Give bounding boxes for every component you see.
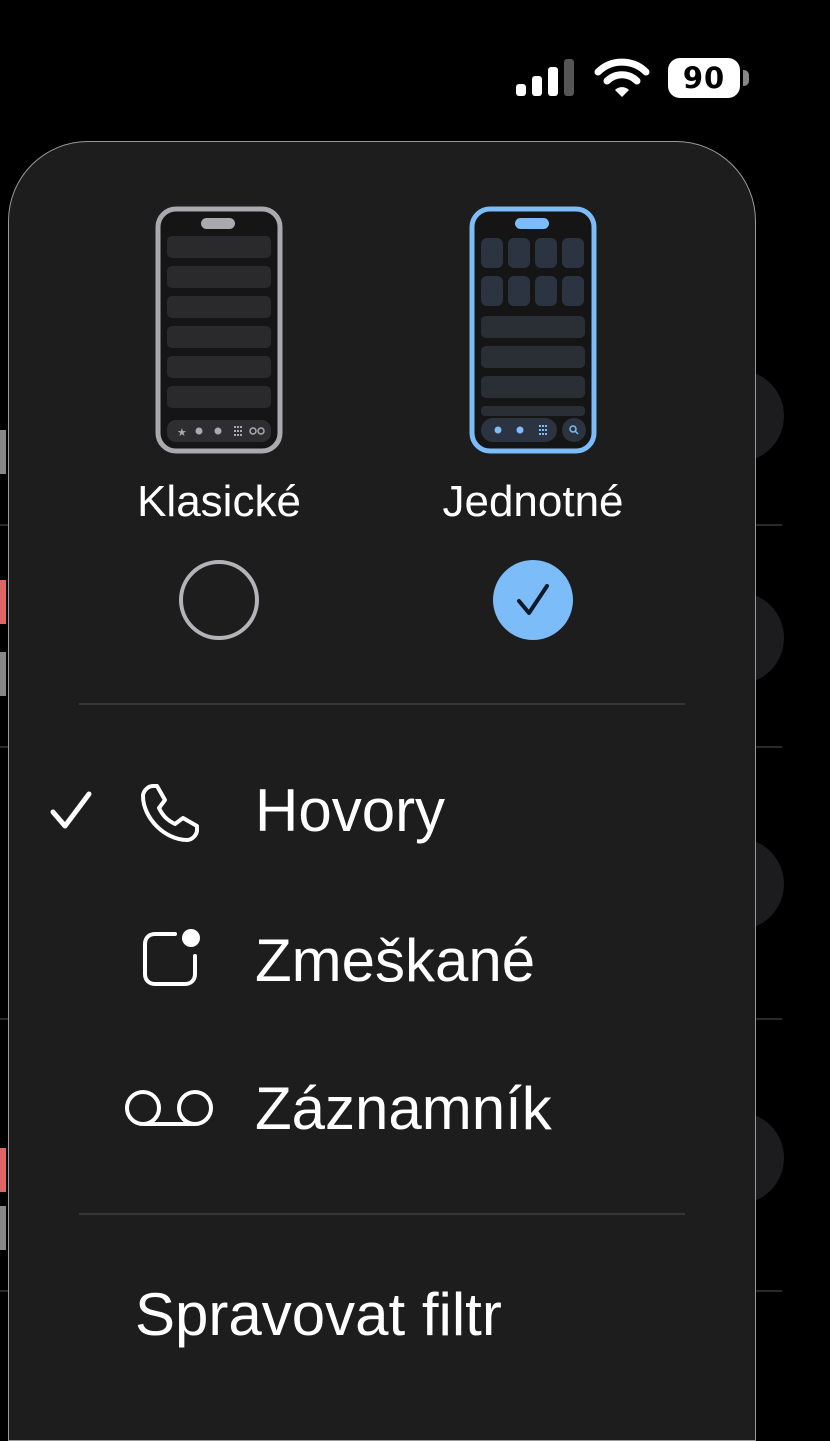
battery-cap — [743, 70, 749, 86]
status-bar: 90 — [0, 0, 830, 140]
row-edge — [0, 652, 6, 696]
row-edge — [0, 1148, 6, 1192]
menu-item-voicemail[interactable]: Záznamník — [9, 1054, 757, 1164]
cellular-signal-icon — [516, 59, 574, 96]
menu-item-label: Záznamník — [255, 1075, 552, 1142]
manage-filter-button[interactable]: Spravovat filtr — [135, 1280, 502, 1349]
unified-layout-phone-icon — [469, 206, 597, 454]
missed-call-icon — [143, 929, 200, 986]
svg-text:★: ★ — [177, 426, 187, 439]
phone-icon — [141, 784, 199, 842]
layout-label-unified: Jednotné — [442, 477, 624, 526]
menu-item-label: Hovory — [255, 777, 446, 844]
menu-item-calls[interactable]: Hovory — [9, 756, 757, 866]
battery-level: 90 — [682, 61, 726, 95]
row-edge — [0, 1206, 6, 1250]
menu-item-label: Zmeškané — [255, 927, 536, 994]
menu-divider — [79, 703, 685, 705]
view-options-menu: ★ Klasické Jednotné Hovory Zmeškané Zázn… — [8, 141, 756, 1441]
row-edge — [0, 580, 6, 624]
layout-label-classic: Klasické — [137, 477, 301, 526]
classic-radio-button[interactable] — [179, 560, 259, 640]
battery-indicator: 90 — [668, 58, 740, 98]
checkmark-icon — [517, 584, 549, 615]
unified-radio-button[interactable] — [493, 560, 573, 640]
voicemail-icon — [125, 1090, 213, 1126]
row-edge — [0, 430, 6, 474]
wifi-icon — [594, 58, 650, 97]
classic-layout-phone-icon: ★ — [155, 206, 283, 454]
checkmark-icon — [50, 791, 92, 829]
menu-item-missed[interactable]: Zmeškané — [9, 906, 757, 1016]
menu-divider — [79, 1213, 685, 1215]
